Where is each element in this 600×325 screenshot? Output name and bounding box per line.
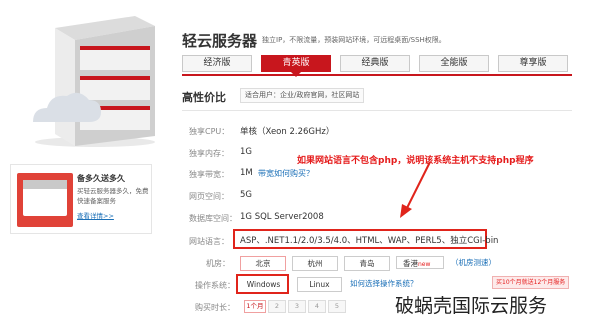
promo-title: 备多久送多久 xyxy=(77,174,125,183)
os-option-linux[interactable]: Linux xyxy=(297,277,342,292)
plan-audience-badge: 适合用户：企业/政府官网，社区网站 xyxy=(240,88,365,103)
datacenter-hongkong-label: 香港 xyxy=(403,259,418,268)
promo-description: 买轻云服务器多久，免费快速备案服务 xyxy=(77,187,149,205)
edition-tabs: 经济版 青英版 经典版 全能版 尊享版 xyxy=(182,55,572,77)
promo-details-link[interactable]: 查看详情>> xyxy=(77,210,114,220)
duration-label: 购买时长： xyxy=(195,303,235,312)
datacenter-label: 机房： xyxy=(206,259,230,268)
db-space-label: 数据库空间： xyxy=(189,214,237,223)
promo-card[interactable]: 备多久送多久 买轻云服务器多久，免费快速备案服务 查看详情>> xyxy=(10,164,152,234)
bandwidth-label: 独享带宽： xyxy=(189,170,229,179)
promo-window-icon xyxy=(17,173,73,227)
watermark: 破蜗壳国际云服务 xyxy=(395,291,548,318)
datacenter-option-beijing[interactable]: 北京 xyxy=(240,256,286,271)
bandwidth-link[interactable]: 带宽如何购买？ xyxy=(258,168,314,179)
language-value: ASP、.NET1.1/2.0/3.5/4.0、HTML、WAP、PERL5、独… xyxy=(240,236,499,246)
cpu-value: 单核（Xeon 2.26GHz） xyxy=(240,127,335,137)
tab-elite[interactable]: 青英版 xyxy=(261,55,331,77)
annotation-arrow-icon xyxy=(400,161,431,218)
datacenter-option-hongkong[interactable]: 香港new xyxy=(396,256,444,269)
new-tag: new xyxy=(418,261,431,268)
tab-classic[interactable]: 经典版 xyxy=(340,55,410,72)
product-title: 轻云服务器 xyxy=(182,32,258,50)
os-help-link[interactable]: 如何选择操作系统？ xyxy=(350,278,418,289)
promo-hint-badge: 买10个月就送12个月服务 xyxy=(492,276,570,289)
memory-value: 1G xyxy=(240,147,252,157)
web-space-label: 网页空间： xyxy=(189,192,229,201)
web-space-value: 5G xyxy=(240,190,252,200)
duration-step-5[interactable]: 5 xyxy=(328,300,346,313)
plan-title: 高性价比 xyxy=(182,91,226,104)
tab-economy[interactable]: 经济版 xyxy=(182,55,252,72)
bandwidth-value: 1M xyxy=(240,168,253,178)
duration-step-3[interactable]: 3 xyxy=(288,300,306,313)
duration-step-2[interactable]: 2 xyxy=(268,300,286,313)
tab-premium[interactable]: 尊享版 xyxy=(498,55,568,72)
duration-step-4[interactable]: 4 xyxy=(308,300,326,313)
os-label: 操作系统： xyxy=(195,281,235,290)
memory-label: 独享内存： xyxy=(189,149,229,158)
os-option-windows[interactable]: Windows xyxy=(241,277,286,292)
language-label: 网站语言： xyxy=(189,237,229,246)
cpu-label: 独享CPU： xyxy=(189,127,230,136)
product-subtitle: 独立IP，不限流量，预装网站环境，可远程桌面/SSH权限。 xyxy=(262,36,446,44)
tab-all-round[interactable]: 全能版 xyxy=(419,55,489,72)
server-illustration xyxy=(33,16,155,147)
duration-step-1[interactable]: 1个月 xyxy=(244,300,266,313)
divider xyxy=(182,110,572,111)
db-space-value: 1G SQL Server2008 xyxy=(240,212,324,222)
datacenter-option-qingdao[interactable]: 青岛 xyxy=(344,256,390,271)
datacenter-option-hangzhou[interactable]: 杭州 xyxy=(292,256,338,271)
datacenter-speedtest-link[interactable]: （机房测速） xyxy=(451,257,496,268)
